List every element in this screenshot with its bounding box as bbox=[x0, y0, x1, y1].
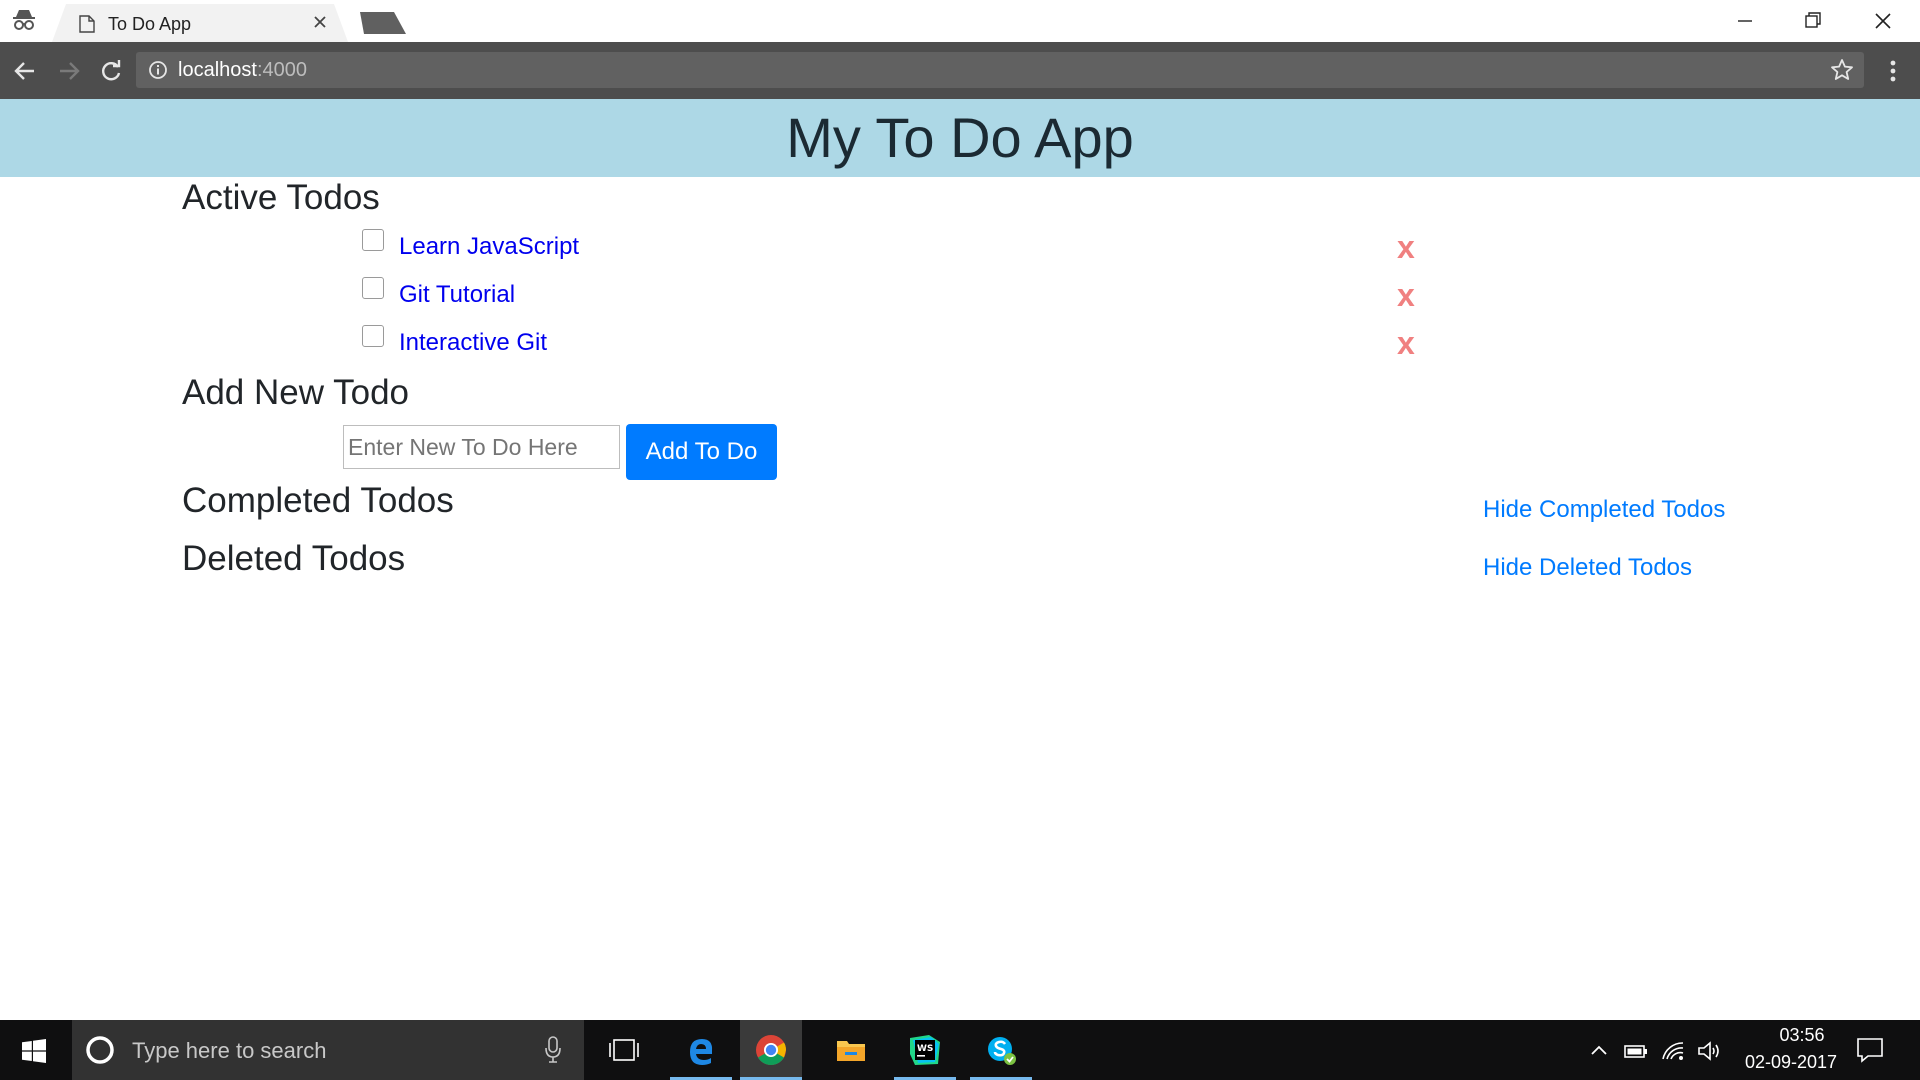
taskbar-search-box[interactable]: Type here to search bbox=[72, 1020, 584, 1080]
incognito-icon bbox=[13, 10, 35, 30]
new-todo-input[interactable] bbox=[343, 425, 620, 469]
todo-checkbox[interactable] bbox=[362, 229, 384, 251]
todo-item: Git Tutorial x bbox=[362, 277, 1422, 317]
cortana-icon bbox=[86, 1036, 114, 1064]
volume-icon[interactable] bbox=[1697, 1039, 1721, 1063]
skype-icon bbox=[988, 1037, 1016, 1065]
document-icon bbox=[79, 15, 95, 33]
browser-tab[interactable]: To Do App bbox=[52, 4, 348, 42]
todo-label[interactable]: Learn JavaScript bbox=[399, 233, 579, 261]
taskbar-app-webstorm[interactable]: WS bbox=[894, 1020, 956, 1080]
bookmark-star-icon[interactable] bbox=[1830, 58, 1854, 82]
page-title: My To Do App bbox=[786, 106, 1134, 169]
forward-arrow-icon[interactable] bbox=[56, 58, 82, 84]
microphone-icon[interactable] bbox=[544, 1036, 562, 1064]
url-text: localhost:4000 bbox=[178, 59, 307, 82]
todo-checkbox[interactable] bbox=[362, 325, 384, 347]
svg-text:WS: WS bbox=[917, 1044, 933, 1054]
completed-todos-heading: Completed Todos bbox=[182, 481, 454, 520]
wifi-icon[interactable] bbox=[1661, 1039, 1685, 1063]
add-todo-button[interactable]: Add To Do bbox=[626, 424, 777, 480]
back-arrow-icon[interactable] bbox=[12, 58, 38, 84]
add-todo-heading: Add New Todo bbox=[182, 373, 410, 412]
todo-item: Interactive Git x bbox=[362, 325, 1422, 365]
todo-item: Learn JavaScript x bbox=[362, 229, 1422, 269]
search-placeholder: Type here to search bbox=[132, 1038, 327, 1063]
app-header: My To Do App bbox=[0, 99, 1920, 177]
webstorm-icon: WS bbox=[910, 1035, 940, 1065]
taskbar: Type here to search WS 03:56 02-09-2017 bbox=[0, 1020, 1920, 1080]
taskbar-app-skype[interactable] bbox=[970, 1020, 1032, 1080]
reload-icon[interactable] bbox=[98, 58, 124, 84]
todo-label[interactable]: Git Tutorial bbox=[399, 281, 515, 309]
close-window-icon[interactable] bbox=[1852, 4, 1912, 38]
chrome-icon bbox=[756, 1035, 786, 1066]
new-tab-button[interactable] bbox=[360, 12, 406, 34]
task-view-icon[interactable] bbox=[606, 1038, 642, 1062]
active-todos-heading: Active Todos bbox=[182, 178, 380, 217]
info-icon[interactable] bbox=[148, 60, 168, 80]
hide-completed-link[interactable]: Hide Completed Todos bbox=[1483, 496, 1725, 524]
url-port: :4000 bbox=[256, 59, 307, 81]
edge-icon bbox=[690, 1039, 713, 1065]
minimize-icon[interactable] bbox=[1714, 4, 1774, 38]
deleted-todos-heading: Deleted Todos bbox=[182, 539, 406, 578]
battery-icon[interactable] bbox=[1624, 1039, 1648, 1063]
windows-start-icon[interactable] bbox=[22, 1039, 46, 1063]
clock-date[interactable]: 02-09-2017 bbox=[1736, 1052, 1846, 1073]
chevron-up-icon[interactable] bbox=[1587, 1039, 1611, 1063]
taskbar-app-file-explorer[interactable] bbox=[820, 1020, 882, 1080]
todo-checkbox[interactable] bbox=[362, 277, 384, 299]
delete-todo-button[interactable]: x bbox=[1397, 279, 1415, 311]
file-explorer-icon bbox=[837, 1041, 865, 1061]
clock-time[interactable]: 03:56 bbox=[1762, 1025, 1842, 1046]
restore-icon[interactable] bbox=[1782, 4, 1842, 38]
delete-todo-button[interactable]: x bbox=[1397, 327, 1415, 359]
action-center-icon[interactable] bbox=[1856, 1037, 1884, 1063]
delete-todo-button[interactable]: x bbox=[1397, 231, 1415, 263]
address-bar[interactable]: localhost:4000 bbox=[136, 52, 1864, 88]
todo-label[interactable]: Interactive Git bbox=[399, 329, 547, 357]
hide-deleted-link[interactable]: Hide Deleted Todos bbox=[1483, 554, 1692, 582]
taskbar-app-edge[interactable] bbox=[670, 1020, 732, 1080]
browser-titlebar: To Do App bbox=[0, 0, 1920, 42]
browser-menu-icon[interactable] bbox=[1880, 58, 1906, 84]
browser-toolbar: localhost:4000 bbox=[0, 42, 1920, 99]
tab-title: To Do App bbox=[108, 14, 192, 34]
url-host: localhost bbox=[178, 59, 257, 81]
close-tab-icon[interactable] bbox=[312, 14, 328, 30]
taskbar-app-chrome[interactable] bbox=[740, 1020, 802, 1080]
